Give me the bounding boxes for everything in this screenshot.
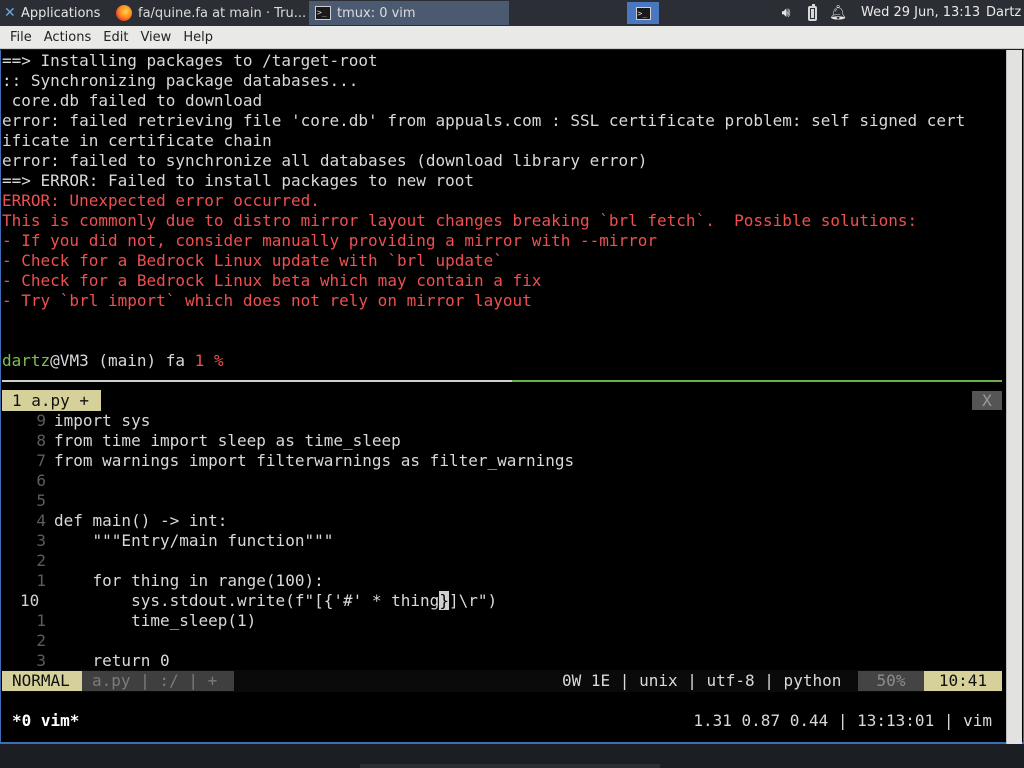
user-menu[interactable]: Dartz: [986, 0, 1021, 26]
prompt-user: dartz: [2, 351, 51, 370]
code-line[interactable]: 8 from time import sleep as time_sleep: [2, 431, 401, 451]
workspace-switcher[interactable]: >_: [627, 2, 659, 24]
menu-view[interactable]: View: [134, 30, 177, 45]
vim-status-position: 10:41: [924, 671, 1002, 691]
line-number: 9: [36, 411, 46, 430]
output-line: ==> ERROR: Failed to install packages to…: [2, 171, 475, 190]
line-number: 5: [36, 491, 46, 510]
menu-edit[interactable]: Edit: [97, 30, 134, 45]
output-line: core.db failed to download: [2, 91, 263, 110]
bottom-panel-edge: [360, 764, 660, 768]
tmux-status-right: 1.31 0.87 0.44 | 13:13:01 | vim: [693, 711, 992, 730]
vim-mode: NORMAL: [2, 671, 82, 691]
vim-status-info: 0W 1E | unix | utf-8 | python: [562, 671, 842, 690]
code-text: from warnings import filterwarnings as f…: [54, 451, 575, 470]
code-line[interactable]: 2: [2, 631, 54, 651]
line-number: 3: [36, 531, 46, 550]
error-line: This is commonly due to distro mirror la…: [2, 211, 918, 230]
taskbar-item-terminal[interactable]: >_ tmux: 0 vim: [309, 1, 509, 25]
vim-tab-a-py[interactable]: 1 a.py +: [2, 390, 101, 411]
terminal-scrollbar[interactable]: [1006, 50, 1022, 744]
line-number: 6: [36, 471, 46, 490]
line-number: 2: [36, 551, 46, 570]
output-line: error: failed to synchronize all databas…: [2, 151, 648, 170]
output-line: ificate in certificate chain: [2, 131, 272, 150]
code-text: def main() -> int:: [54, 511, 228, 530]
error-line: - Check for a Bedrock Linux beta which m…: [2, 271, 542, 290]
output-line: :: Synchronizing package databases...: [2, 71, 359, 90]
vim-status-file: a.py | :/ | +: [82, 671, 234, 691]
output-line: error: failed retrieving file 'core.db' …: [2, 111, 966, 130]
taskbar-item-firefox[interactable]: fa/quine.fa at main · Tru...: [110, 1, 306, 25]
error-line: ERROR: Unexpected error occurred.: [2, 191, 320, 210]
volume-icon[interactable]: 🔊︎: [775, 0, 797, 26]
applications-menu[interactable]: ✕ Applications: [0, 0, 108, 26]
code-line[interactable]: 4 def main() -> int:: [2, 511, 227, 531]
code-text: time_sleep(1): [54, 611, 257, 630]
line-number: 8: [36, 431, 46, 450]
code-text: for thing in range(100):: [54, 571, 324, 590]
error-line: - Try `brl import` which does not rely o…: [2, 291, 532, 310]
output-line: ==> Installing packages to /target-root: [2, 51, 378, 70]
code-text: import sys: [54, 411, 151, 430]
line-number: 7: [36, 451, 46, 470]
menubar: File Actions Edit View Help: [0, 26, 1024, 49]
pane-divider-active: [512, 380, 1002, 382]
xfce-logo-icon: ✕: [4, 5, 16, 21]
vim-status-percent: 50%: [858, 671, 924, 691]
code-line[interactable]: 1 time_sleep(1): [2, 611, 256, 631]
code-line[interactable]: 5: [2, 491, 54, 511]
taskbar-item-title: fa/quine.fa at main · Tru...: [138, 5, 306, 21]
menu-actions[interactable]: Actions: [38, 30, 98, 45]
tmux-window-label[interactable]: *0 vim*: [12, 710, 79, 732]
notification-bell-icon[interactable]: 🔔︎: [827, 0, 849, 26]
vim-tabline: 1 a.py + X: [0, 390, 1004, 412]
taskbar-item-title: tmux: 0 vim: [337, 5, 416, 21]
vim-close-tab-button[interactable]: X: [972, 391, 1002, 410]
code-line[interactable]: 6: [2, 471, 54, 491]
battery-icon[interactable]: [802, 0, 822, 26]
terminal-icon: >_: [635, 6, 651, 20]
code-text: return 0: [54, 651, 170, 670]
code-text: sys.stdout.write(f"[{'#' * thing: [54, 591, 440, 610]
vim-statusline: NORMAL a.py | :/ | + 0W 1E | unix | utf-…: [2, 670, 1002, 692]
menu-help[interactable]: Help: [177, 30, 219, 45]
line-number: 3: [36, 651, 46, 670]
line-number: 1: [36, 571, 46, 590]
top-panel: ✕ Applications fa/quine.fa at main · Tru…: [0, 0, 1024, 26]
line-number: 1: [36, 611, 46, 630]
terminal-icon: >_: [315, 6, 331, 20]
line-number: 4: [36, 511, 46, 530]
code-line[interactable]: 2: [2, 551, 54, 571]
code-text: """Entry/main function""": [54, 531, 334, 550]
firefox-icon: [116, 5, 132, 21]
tmux-statusbar: *0 vim* 1.31 0.87 0.44 | 13:13:01 | vim: [2, 710, 1002, 732]
code-line[interactable]: 1 for thing in range(100):: [2, 571, 324, 591]
line-number-current: 10: [20, 591, 40, 610]
code-text: from time import sleep as time_sleep: [54, 431, 401, 450]
error-line: - If you did not, consider manually prov…: [2, 231, 658, 250]
prompt-status: 1 %: [194, 351, 224, 370]
code-line[interactable]: 7 from warnings import filterwarnings as …: [2, 451, 574, 471]
prompt-host: @VM3 (main) fa: [50, 351, 195, 370]
text-cursor: }: [439, 591, 449, 610]
code-text: ]\r"): [448, 591, 498, 610]
applications-label: Applications: [21, 5, 101, 21]
clock[interactable]: Wed 29 Jun, 13:13: [861, 0, 980, 26]
code-line[interactable]: 3 return 0: [2, 651, 170, 671]
code-line-current[interactable]: 10 sys.stdout.write(f"[{'#' * thing}]\r"…: [2, 591, 497, 611]
menu-file[interactable]: File: [4, 30, 38, 45]
shell-prompt[interactable]: dartz@VM3 (main) fa 1 %: [2, 351, 224, 371]
code-line[interactable]: 9 import sys: [2, 411, 150, 431]
code-line[interactable]: 3 """Entry/main function""": [2, 531, 333, 551]
line-number: 2: [36, 631, 46, 650]
error-line: - Check for a Bedrock Linux update with …: [2, 251, 503, 270]
